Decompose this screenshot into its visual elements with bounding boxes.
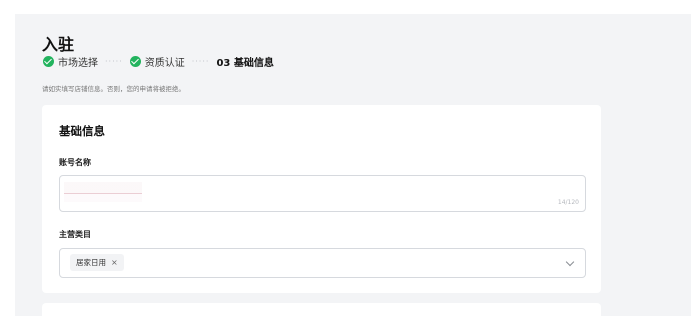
notice-text: 请如实填写店铺信息。否则，您的申请将被拒绝。 — [42, 85, 185, 93]
page-container: 入驻 市场选择 ····· 资质认证 ····· 03 基础信息 请如实填写店铺… — [15, 14, 691, 333]
section-title: 基础信息 — [59, 124, 105, 138]
next-section-card — [42, 303, 601, 333]
account-name-value — [64, 182, 142, 202]
category-tag: 居家日用 × — [70, 254, 124, 271]
check-icon — [129, 56, 141, 67]
chevron-down-icon[interactable] — [565, 257, 575, 267]
step-label: 市场选择 — [58, 58, 98, 69]
category-tag-label: 居家日用 — [76, 258, 106, 267]
step-separator: ····· — [191, 57, 210, 66]
category-label: 主营类目 — [59, 230, 91, 239]
step-label: 资质认证 — [144, 58, 185, 69]
step-basic-info: 03 基础信息 — [216, 54, 273, 69]
step-indicator: 市场选择 ····· 资质认证 ····· 03 基础信息 — [43, 54, 274, 69]
check-icon — [43, 56, 54, 67]
close-icon[interactable]: × — [111, 258, 118, 267]
category-select[interactable]: 居家日用 × — [59, 248, 586, 278]
step-qualification: 资质认证 — [129, 54, 185, 69]
character-counter: 14/120 — [557, 199, 579, 206]
account-name-input[interactable]: 14/120 — [59, 175, 586, 212]
account-name-label: 账号名称 — [59, 158, 91, 167]
step-market-selection: 市场选择 — [43, 54, 98, 69]
basic-info-card: 基础信息 账号名称 14/120 主营类目 居家日用 × — [42, 105, 601, 293]
step-label: 03 基础信息 — [216, 58, 274, 69]
step-separator: ····· — [105, 57, 123, 66]
page-title: 入驻 — [42, 35, 75, 54]
